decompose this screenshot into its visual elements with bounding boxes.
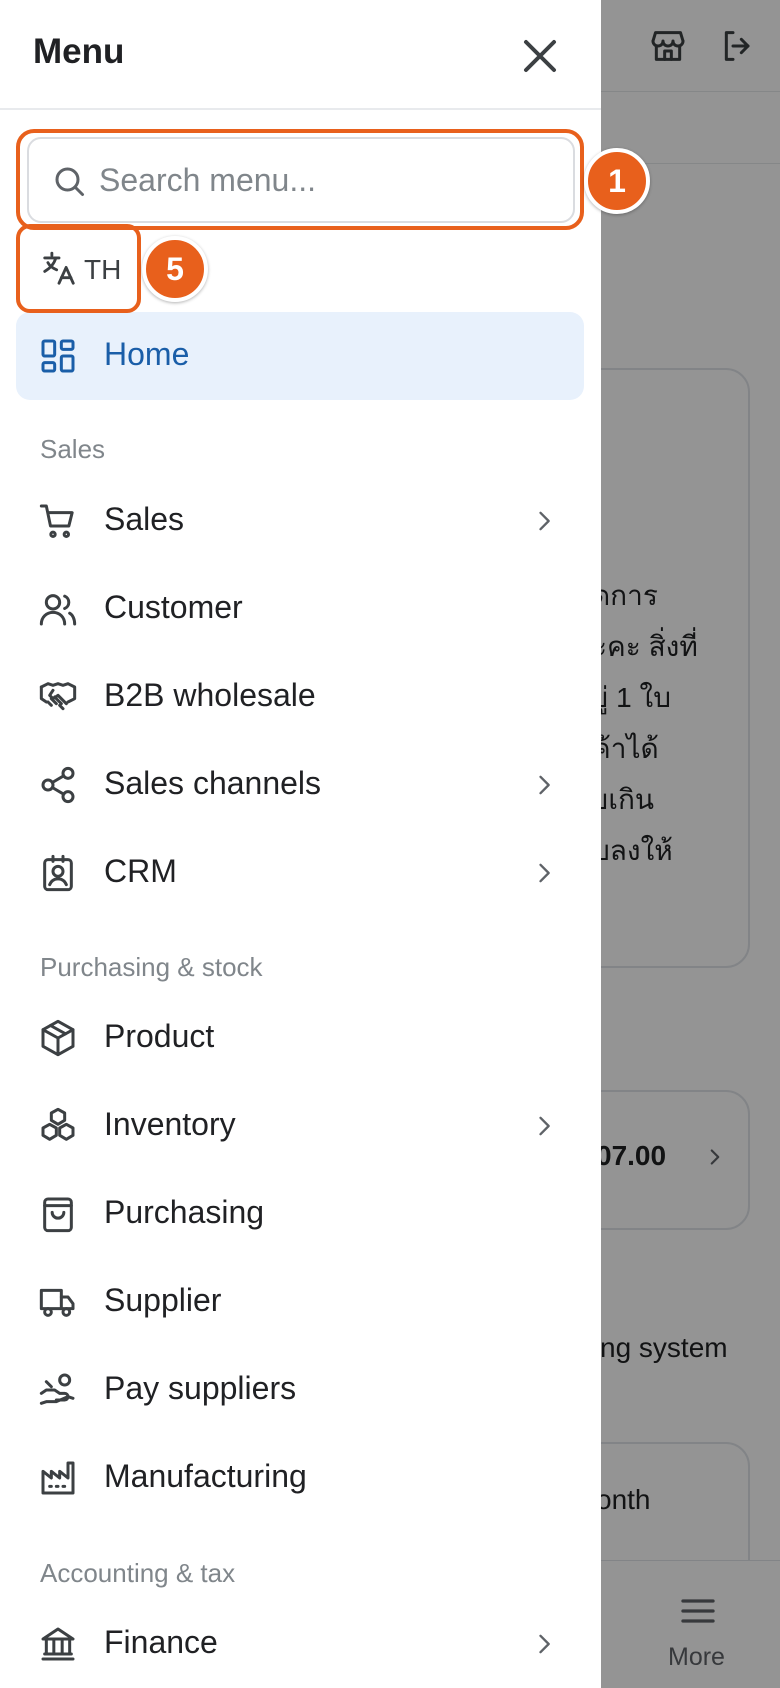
factory-icon — [41, 1461, 75, 1495]
nav-item-label: Manufacturing — [104, 1458, 307, 1494]
users-icon — [39, 594, 77, 626]
nav-item-supplier[interactable]: Supplier — [16, 1258, 584, 1346]
language-highlight-outline — [16, 224, 141, 313]
nav-item-label: Sales channels — [104, 765, 322, 801]
nav-item-label: B2B wholesale — [104, 677, 316, 713]
nav-item-finance[interactable]: Finance — [16, 1600, 584, 1688]
chevron-right-icon — [539, 863, 550, 883]
section-title-accounting-tax: Accounting & tax — [40, 1558, 236, 1588]
drawer-header: Menu — [0, 0, 601, 110]
nav-item-sales[interactable]: Sales — [16, 477, 584, 565]
nav-item-crm[interactable]: CRM — [16, 829, 584, 917]
nav-item-label: Product — [104, 1018, 215, 1054]
handshake-icon — [39, 682, 77, 711]
nav-item-manufacturing[interactable]: Manufacturing — [16, 1434, 584, 1522]
nav-item-label: Sales — [104, 501, 185, 537]
search-highlight-outline — [16, 129, 584, 230]
truck-icon — [39, 1288, 75, 1317]
nav-item-label: Finance — [104, 1624, 218, 1660]
nav-item-product[interactable]: Product — [16, 994, 584, 1082]
nav-item-label: Home — [104, 336, 190, 372]
nav-item-b2b-wholesale[interactable]: B2B wholesale — [16, 653, 584, 741]
nav-item-home[interactable]: Home — [16, 312, 584, 400]
nav-item-label: Customer — [104, 589, 243, 625]
bank-icon — [41, 1627, 75, 1661]
dashboard-icon — [41, 339, 75, 373]
nav-item-label: CRM — [104, 853, 177, 889]
chevron-right-icon — [539, 1116, 550, 1136]
drawer-title: Menu — [33, 32, 125, 71]
nav-item-label: Supplier — [104, 1282, 222, 1318]
chevron-right-icon — [539, 775, 550, 795]
box-icon — [41, 1019, 75, 1057]
nav-item-label: Inventory — [104, 1106, 236, 1142]
shopping-bag-icon — [43, 1197, 73, 1233]
chevron-right-icon — [539, 511, 550, 531]
close-icon[interactable] — [516, 32, 564, 80]
share-icon — [41, 766, 75, 804]
nav-item-label: Purchasing — [104, 1194, 265, 1230]
nav-item-pay-suppliers[interactable]: Pay suppliers — [16, 1346, 584, 1434]
boxes-icon — [41, 1107, 75, 1141]
annotation-badge-5: 5 — [142, 236, 208, 302]
chevron-right-icon — [539, 1634, 550, 1654]
app-root: ดการ ะคะ สิ่งที่ ยู่ 1 ใบ ค้าได้ ยเกิน บ… — [0, 0, 780, 1688]
side-drawer: Menu TH Home Sales Sales — [0, 0, 601, 1688]
annotation-badge-1: 1 — [584, 148, 650, 214]
nav-item-sales-channels[interactable]: Sales channels — [16, 741, 584, 829]
cart-icon — [39, 504, 74, 539]
nav-item-label: Pay suppliers — [104, 1370, 297, 1406]
contact-badge-icon — [43, 854, 73, 892]
nav-item-purchasing[interactable]: Purchasing — [16, 1170, 584, 1258]
section-title-purchasing-stock: Purchasing & stock — [40, 952, 263, 982]
section-title-sales: Sales — [40, 434, 106, 464]
nav-item-customer[interactable]: Customer — [16, 565, 584, 653]
hand-coins-icon — [39, 1373, 75, 1405]
nav-item-inventory[interactable]: Inventory — [16, 1082, 584, 1170]
